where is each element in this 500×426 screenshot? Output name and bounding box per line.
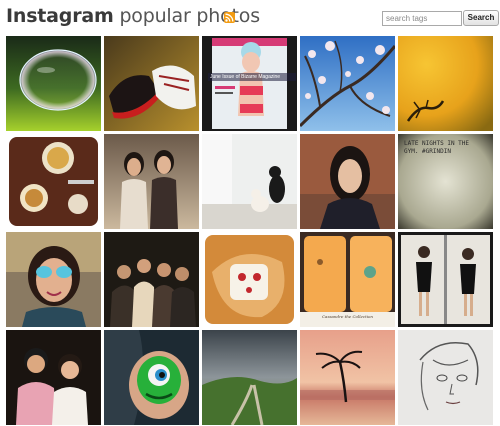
search-tags-input[interactable] [382, 11, 462, 26]
two-people-photo [6, 330, 101, 425]
photo-tile[interactable] [202, 232, 297, 327]
stormy-hills-photo [202, 330, 297, 425]
title-suffix: popular photos [113, 5, 260, 27]
note-caption: LATE NIGHTS IN THE GYM. #GRINDIN [404, 140, 470, 155]
photo-tile[interactable] [104, 134, 199, 229]
page-title: Instagram popular photos [6, 3, 260, 29]
rss-feed-icon[interactable] [224, 12, 235, 23]
search-button[interactable]: Search [463, 10, 499, 26]
phone-cases-photo [300, 232, 395, 327]
photo-tile[interactable]: June Issue of Bizarre Magazine [202, 36, 297, 131]
friends-night-photo [104, 232, 199, 327]
phone-cases-caption: Cassandre the Collection [322, 314, 373, 319]
photo-tile[interactable] [300, 36, 395, 131]
pencil-sketch-photo [398, 330, 493, 425]
monster-tattoo-photo [104, 330, 199, 425]
photo-tile[interactable] [300, 134, 395, 229]
magazine-cover-photo [202, 36, 297, 131]
photo-tile[interactable] [104, 36, 199, 131]
photo-tile[interactable] [6, 232, 101, 327]
dark-hair-woman-photo [300, 134, 395, 229]
bubble-photo [6, 36, 101, 131]
photo-tile[interactable] [104, 330, 199, 425]
palm-sunset-photo [300, 330, 395, 425]
photo-tile[interactable] [398, 232, 493, 327]
photo-tile[interactable]: Cassandre the Collection [300, 232, 395, 327]
sunglasses-woman-photo [6, 232, 101, 327]
brand-name: Instagram [6, 5, 114, 27]
photo-tile[interactable] [202, 134, 297, 229]
photo-tile[interactable] [104, 232, 199, 327]
sneakers-photo [104, 36, 199, 131]
trinket-photo [202, 232, 297, 327]
cherry-blossom-photo [300, 36, 395, 131]
photo-grid: June Issue of Bizarre Magazine LATE NIGH… [6, 36, 493, 425]
photo-tile[interactable] [6, 36, 101, 131]
photo-tile[interactable] [398, 36, 493, 131]
photo-tile[interactable]: LATE NIGHTS IN THE GYM. #GRINDIN [398, 134, 493, 229]
photo-tile[interactable] [398, 330, 493, 425]
photo-tile[interactable] [6, 330, 101, 425]
two-women-photo [104, 134, 199, 229]
black-dress-photo [398, 232, 493, 327]
page-header: Instagram popular photos Search [6, 3, 499, 31]
lizard-photo [398, 36, 493, 131]
magazine-caption: June Issue of Bizarre Magazine [208, 73, 296, 81]
dessert-photo [6, 134, 101, 229]
photo-tile[interactable] [202, 330, 297, 425]
photo-tile[interactable] [6, 134, 101, 229]
cats-photo [202, 134, 297, 229]
photo-tile[interactable] [300, 330, 395, 425]
